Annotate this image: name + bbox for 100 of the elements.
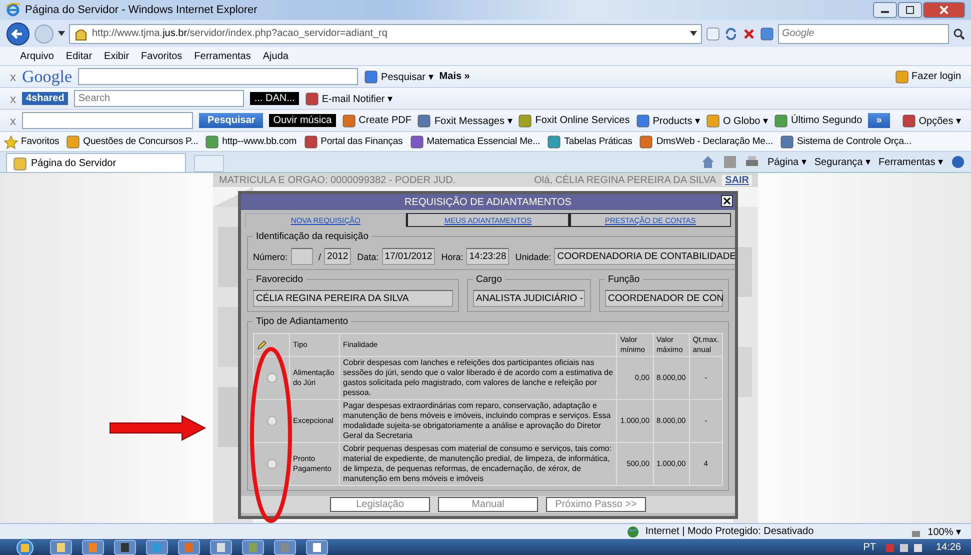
field-label: Unidade:	[515, 252, 552, 262]
tile-icon	[636, 114, 650, 128]
table-cell: Cobrir despesas com lanches e refeições dos participantes oficiais nas sessões do júri, sendo que o valor liberado é de acordo com a estimativa de gastos solicitada pelo magistrado, com valores de lanche e refeição por pessoa.	[340, 356, 617, 400]
favorite-link[interactable]: Tabelas Práticas	[564, 136, 632, 147]
toolbar-button[interactable]: Último Segundo	[791, 115, 862, 126]
home-icon[interactable]	[701, 155, 716, 169]
input-field[interactable]: ANALISTA JUDICIÁRIO -	[473, 290, 585, 307]
command-button[interactable]: Segurança ▾	[814, 156, 871, 168]
caret-icon[interactable]	[690, 31, 697, 36]
toolbar-button[interactable]: Pesquisar	[199, 113, 264, 128]
toolbar-button[interactable]: »	[868, 113, 890, 128]
search-field[interactable]: Search	[74, 90, 244, 107]
tile-icon	[706, 114, 720, 128]
window-title: Página do Servidor - Windows Internet Explorer	[25, 4, 258, 16]
display-text: ... DAN...	[250, 92, 299, 105]
greeting-text: Olá, CÉLIA REGINA PEREIRA DA SILVA	[534, 174, 716, 186]
star-icon	[4, 134, 18, 148]
caret-icon[interactable]	[58, 31, 65, 36]
toolbar-button[interactable]: Opções ▾	[918, 114, 961, 126]
tile-icon	[364, 70, 378, 84]
browser-icon	[6, 3, 20, 17]
menu-item[interactable]: Ferramentas	[194, 50, 251, 62]
section-legend: Tipo de Adiantamento	[253, 316, 352, 327]
field-label: Data:	[357, 252, 379, 262]
command-button[interactable]: Página ▾	[767, 156, 806, 168]
input-field[interactable]	[290, 248, 313, 265]
input-field[interactable]: 17/01/2012	[382, 248, 436, 265]
close-button[interactable]	[923, 2, 965, 18]
tile-icon	[304, 134, 318, 148]
input-field[interactable]: 2012	[324, 248, 352, 265]
toolbar-button[interactable]: Foxit Messages ▾	[434, 114, 512, 126]
app-icon[interactable]	[114, 540, 136, 555]
section-legend: Função	[605, 274, 643, 285]
search-field[interactable]	[22, 112, 194, 129]
section-legend: Cargo	[473, 274, 505, 285]
maximize-button[interactable]	[898, 2, 922, 18]
logout-link[interactable]: SAIR	[722, 174, 752, 186]
menu-item[interactable]: Editar	[66, 50, 92, 62]
menu-item[interactable]: Ajuda	[262, 50, 288, 62]
favorite-link[interactable]: Questões de Concursos P...	[83, 136, 198, 147]
field-label: Número:	[253, 252, 288, 262]
toolbar-button[interactable]: Mais »	[439, 71, 470, 82]
app-icon[interactable]	[210, 540, 232, 555]
tile-icon	[518, 114, 532, 128]
close-toolbar-button[interactable]: x	[10, 70, 16, 84]
dialog-button[interactable]: Legislação	[330, 497, 430, 512]
url-text: http://www.tjma.jus.br/servidor/index.php?acao_servidor=adiant_rq	[92, 28, 388, 39]
favorites-button[interactable]: Favoritos	[21, 136, 60, 147]
favorite-link[interactable]: Portal das Finanças	[320, 136, 403, 147]
minimize-button[interactable]	[873, 2, 897, 18]
print-icon[interactable]	[745, 155, 760, 169]
close-toolbar-button[interactable]: x	[10, 92, 16, 106]
tile-icon	[894, 70, 909, 84]
browser-tab[interactable]: Página do Servidor	[6, 153, 186, 172]
toolbar-button[interactable]: E-mail Notifier ▾	[322, 92, 392, 104]
language-indicator[interactable]: PT	[863, 542, 876, 553]
section-legend: Favorecido	[253, 274, 306, 285]
toolbar-button[interactable]: O Globo ▾	[723, 114, 768, 126]
toolbar-button[interactable]: Create PDF	[358, 115, 412, 126]
input-field[interactable]: CÉLIA REGINA PEREIRA DA SILVA	[253, 290, 453, 307]
refresh-icon[interactable]	[724, 26, 738, 40]
app-icon[interactable]	[306, 540, 328, 555]
menu-item[interactable]: Exibir	[104, 50, 130, 62]
toolbar-button[interactable]: Foxit Online Services	[535, 115, 630, 126]
tile-icon	[639, 134, 654, 148]
registration-text: MATRICULA E ORGAO: 0000099382 - PODER JUD.	[219, 174, 456, 186]
stop-icon[interactable]	[742, 26, 756, 40]
radio-button[interactable]	[266, 459, 276, 469]
toolbar-button[interactable]: Fazer login	[912, 71, 961, 82]
radio-button[interactable]	[266, 416, 276, 426]
pencil-icon	[257, 340, 267, 350]
tile-icon	[417, 114, 432, 128]
tile-icon	[780, 134, 794, 148]
table-cell: Cobrir pequenas despesas com material de consumo e serviços, tais como: material de expediente, de manutenção predial, de limpeza, de informática, de limpeza, de pequenas reformas, de encadernação, de xérox, de manutenção em bens móveis e imóveis	[340, 442, 617, 486]
toolbar-button[interactable]: Pesquisar ▾	[381, 70, 434, 82]
close-icon[interactable]	[721, 195, 733, 207]
menu-item[interactable]: Arquivo	[20, 50, 54, 62]
input-field[interactable]: 14:23:28	[466, 248, 510, 265]
menu-item[interactable]: Favoritos	[141, 50, 182, 62]
input-field[interactable]: COORDENADOR DE CON	[605, 290, 723, 307]
dialog-button[interactable]: Próximo Passo >>	[546, 497, 646, 512]
search-field[interactable]	[78, 68, 358, 85]
logo: 4shared	[22, 92, 68, 105]
tile-icon	[342, 114, 356, 128]
field-label: Hora:	[441, 252, 464, 262]
toolbar-button[interactable]: Products ▾	[652, 114, 700, 126]
zoom-button[interactable]: 100% ▾	[928, 526, 961, 538]
command-button[interactable]: Ferramentas ▾	[878, 156, 943, 168]
radio-button[interactable]	[266, 373, 276, 383]
favorite-link[interactable]: http--www.bb.com	[222, 136, 297, 147]
favorite-link[interactable]: Sistema de Controle Orça...	[796, 136, 912, 147]
search-icon[interactable]	[953, 28, 965, 40]
favorite-link[interactable]: DmsWeb - Declaração Me...	[656, 136, 773, 147]
tile-icon	[205, 134, 220, 148]
close-toolbar-button[interactable]: x	[10, 114, 16, 128]
favorite-link[interactable]: Matematica Essencial Me...	[426, 136, 540, 147]
section-legend: Identificação da requisição	[253, 231, 372, 242]
dialog-button[interactable]: Manual	[438, 497, 538, 512]
search-field[interactable]: Google	[778, 24, 949, 44]
back-icon[interactable]	[6, 22, 30, 46]
